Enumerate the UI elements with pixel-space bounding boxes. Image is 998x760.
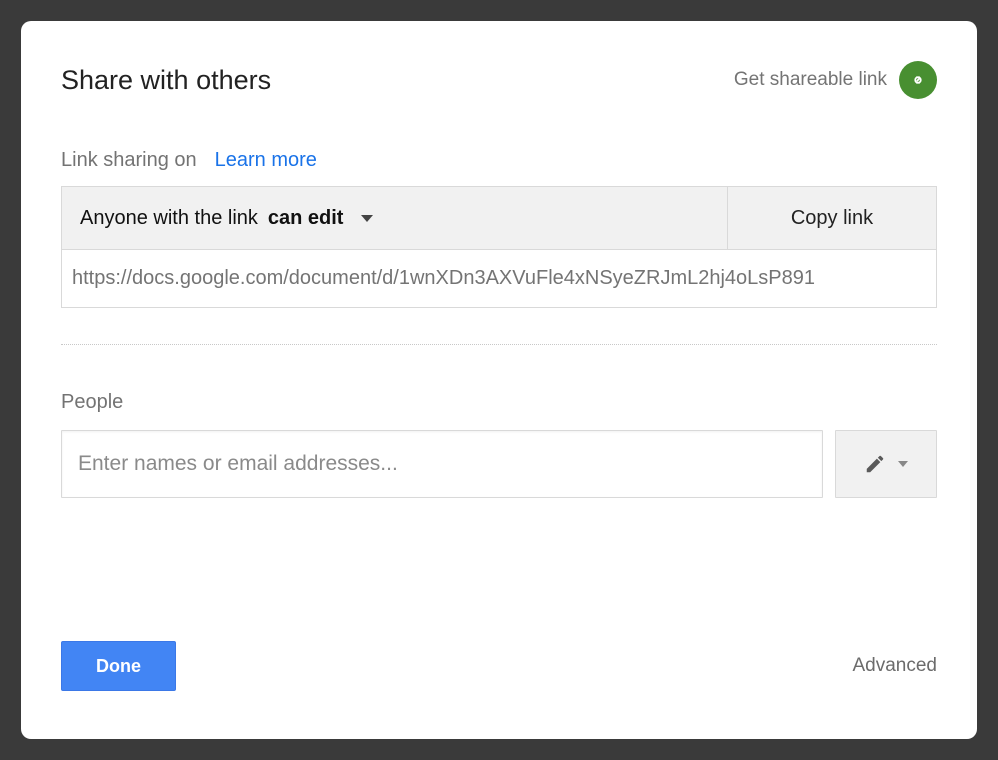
people-input[interactable] bbox=[61, 430, 823, 498]
learn-more-link[interactable]: Learn more bbox=[215, 149, 317, 172]
section-divider bbox=[61, 344, 937, 345]
link-sharing-status-row: Link sharing on Learn more bbox=[61, 149, 937, 172]
link-icon bbox=[899, 61, 937, 99]
chevron-down-icon bbox=[898, 461, 908, 467]
dialog-footer: Done Advanced bbox=[61, 641, 937, 691]
permission-level: can edit bbox=[268, 207, 344, 230]
share-url-field[interactable] bbox=[62, 249, 936, 307]
link-sharing-status: Link sharing on bbox=[61, 149, 197, 172]
people-input-row bbox=[61, 430, 937, 498]
copy-link-button[interactable]: Copy link bbox=[728, 187, 936, 249]
people-section-label: People bbox=[61, 391, 937, 414]
link-permission-dropdown[interactable]: Anyone with the link can edit bbox=[62, 187, 728, 249]
people-permission-button[interactable] bbox=[835, 430, 937, 498]
get-shareable-link-label: Get shareable link bbox=[734, 69, 887, 91]
permission-prefix: Anyone with the link bbox=[80, 207, 258, 230]
modal-overlay: Share with others Get shareable link Lin… bbox=[0, 0, 998, 760]
share-dialog: Share with others Get shareable link Lin… bbox=[21, 21, 977, 739]
advanced-link[interactable]: Advanced bbox=[852, 655, 937, 677]
dialog-header: Share with others Get shareable link bbox=[61, 61, 937, 99]
link-block-top-row: Anyone with the link can edit Copy link bbox=[62, 187, 936, 249]
link-sharing-block: Anyone with the link can edit Copy link bbox=[61, 186, 937, 308]
pencil-icon bbox=[864, 453, 886, 475]
done-button[interactable]: Done bbox=[61, 641, 176, 691]
dialog-title: Share with others bbox=[61, 65, 271, 96]
chevron-down-icon bbox=[361, 215, 373, 222]
get-shareable-link-button[interactable]: Get shareable link bbox=[734, 61, 937, 99]
